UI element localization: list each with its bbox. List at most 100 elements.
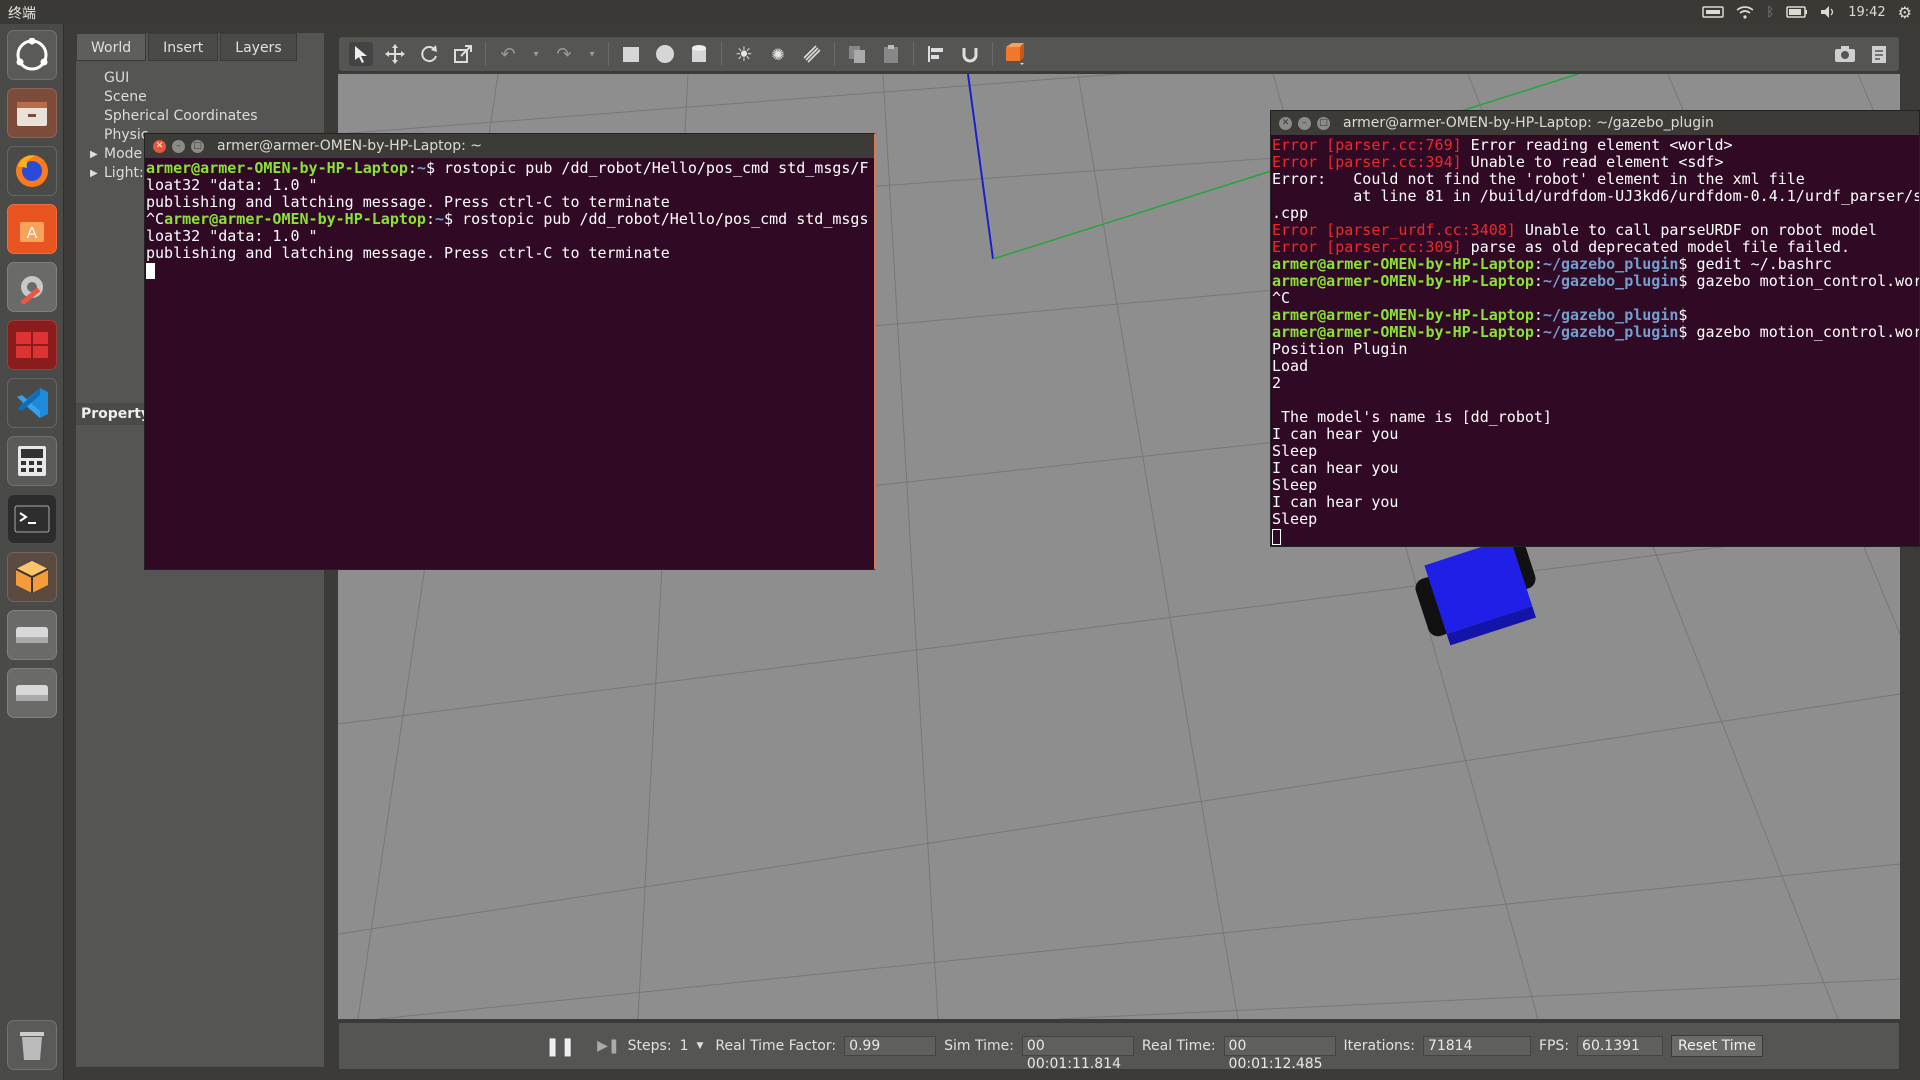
drive-icon[interactable] bbox=[7, 610, 57, 660]
tree-item-spherical-coordinates[interactable]: Spherical Coordinates bbox=[76, 107, 324, 126]
undo-dropdown-icon[interactable]: ▾ bbox=[530, 42, 542, 66]
rtf-value: 0.99 bbox=[844, 1036, 937, 1056]
select-mode-icon[interactable] bbox=[349, 42, 373, 66]
output-line: Sleep bbox=[1272, 510, 1318, 528]
output-line: I can hear you bbox=[1272, 425, 1399, 443]
tab-world[interactable]: World bbox=[76, 33, 147, 61]
rtf-label: Real Time Factor: bbox=[715, 1038, 837, 1054]
steps-value[interactable]: 1 bbox=[680, 1038, 689, 1054]
terminal-window-gazebo-plugin[interactable]: ✕ – □ armer@armer-OMEN-by-HP-Laptop: ~/g… bbox=[1270, 110, 1920, 547]
gear-icon[interactable]: ⚙ bbox=[1898, 3, 1912, 22]
battery-icon[interactable] bbox=[1786, 5, 1808, 19]
change-view-icon[interactable] bbox=[1003, 42, 1027, 66]
box-shape-icon[interactable] bbox=[619, 42, 643, 66]
terminal-output[interactable]: Error [parser.cc:769] Error reading elem… bbox=[1271, 135, 1919, 547]
clock[interactable]: 19:42 bbox=[1848, 5, 1885, 20]
terminal-icon[interactable] bbox=[7, 494, 57, 544]
redo-icon[interactable]: ↷ bbox=[552, 42, 576, 66]
terminal-titlebar[interactable]: ✕ – □ armer@armer-OMEN-by-HP-Laptop: ~ bbox=[145, 134, 874, 158]
error-message: Unable to read element <sdf> bbox=[1461, 153, 1724, 171]
error-message: .cpp bbox=[1272, 204, 1309, 222]
error-message: Error reading element <world> bbox=[1461, 136, 1733, 154]
terminal-cursor bbox=[146, 263, 155, 279]
scale-mode-icon[interactable] bbox=[451, 42, 475, 66]
system-monitor-icon[interactable] bbox=[7, 436, 57, 486]
tree-item-gui[interactable]: GUI bbox=[76, 69, 324, 88]
step-icon[interactable]: ▶❚ bbox=[597, 1038, 620, 1054]
directional-light-icon[interactable] bbox=[800, 42, 824, 66]
gazebo-icon[interactable] bbox=[7, 552, 57, 602]
system-settings-icon[interactable] bbox=[7, 262, 57, 312]
copy-icon[interactable] bbox=[845, 42, 869, 66]
software-center-icon[interactable]: A bbox=[7, 204, 57, 254]
output-line: loat32 "data: 1.0 " bbox=[146, 227, 318, 245]
volume-icon[interactable] bbox=[1820, 5, 1836, 19]
toolbar-separator bbox=[834, 42, 835, 66]
system-tray: ᛒ 19:42 ⚙ bbox=[1702, 0, 1912, 24]
output-line: Load bbox=[1272, 357, 1309, 375]
vscode-icon[interactable] bbox=[7, 378, 57, 428]
tab-insert[interactable]: Insert bbox=[148, 33, 219, 61]
steps-dropdown-icon[interactable]: ▼ bbox=[696, 1041, 703, 1051]
drive-icon-2[interactable] bbox=[7, 668, 57, 718]
terminal-window-home[interactable]: ✕ – □ armer@armer-OMEN-by-HP-Laptop: ~ a… bbox=[144, 133, 876, 570]
prompt-user: armer@armer-OMEN-by-HP-Laptop bbox=[1272, 255, 1534, 273]
terminal-titlebar[interactable]: ✕ – □ armer@armer-OMEN-by-HP-Laptop: ~/g… bbox=[1271, 111, 1919, 135]
paste-icon[interactable] bbox=[879, 42, 903, 66]
reset-time-button[interactable]: Reset Time bbox=[1671, 1035, 1763, 1057]
pause-icon[interactable]: ❚❚ bbox=[545, 1036, 575, 1057]
output-line: The model's name is [dd_robot] bbox=[1281, 408, 1552, 426]
prompt-user: armer@armer-OMEN-by-HP-Laptop bbox=[146, 159, 408, 177]
output-line: publishing and latching message. Press c… bbox=[146, 244, 670, 262]
files-icon[interactable] bbox=[7, 88, 57, 138]
bluetooth-icon[interactable]: ᛒ bbox=[1766, 5, 1774, 20]
tree-label: Mode bbox=[104, 146, 143, 162]
screenshot-camera-icon[interactable] bbox=[1833, 42, 1857, 66]
command-text: gazebo motion_control.wor bbox=[1687, 272, 1919, 290]
command-text: rostopic pub /dd_robot/Hello/pos_cmd std… bbox=[435, 159, 869, 177]
expand-arrow-icon[interactable]: ▶ bbox=[90, 164, 98, 183]
snap-magnet-icon[interactable] bbox=[958, 42, 982, 66]
sphere-shape-icon[interactable] bbox=[653, 42, 677, 66]
redo-dropdown-icon[interactable]: ▾ bbox=[586, 42, 598, 66]
ctrl-c-text: ^C bbox=[1272, 289, 1291, 307]
cylinder-shape-icon[interactable] bbox=[687, 42, 711, 66]
maximize-icon[interactable]: □ bbox=[1317, 117, 1330, 130]
output-line: I can hear you bbox=[1272, 459, 1399, 477]
toolbar-separator bbox=[992, 42, 993, 66]
fps-value: 60.1391 bbox=[1577, 1036, 1664, 1056]
point-light-icon[interactable]: ☀ bbox=[732, 42, 756, 66]
terminal-output[interactable]: armer@armer-OMEN-by-HP-Laptop:~$ rostopi… bbox=[145, 158, 874, 281]
error-message: parse as old deprecated model file faile… bbox=[1461, 238, 1850, 256]
expand-arrow-icon[interactable]: ▶ bbox=[90, 145, 98, 164]
minimize-icon[interactable]: – bbox=[1298, 117, 1311, 130]
output-line: Position Plugin bbox=[1272, 340, 1408, 358]
workspace-switcher-icon[interactable] bbox=[7, 320, 57, 370]
rotate-mode-icon[interactable] bbox=[417, 42, 441, 66]
firefox-icon[interactable] bbox=[7, 146, 57, 196]
z-axis-line bbox=[967, 74, 994, 260]
close-icon[interactable]: ✕ bbox=[1279, 117, 1292, 130]
error-tag: Error [parser.cc:394] bbox=[1272, 153, 1462, 171]
iterations-label: Iterations: bbox=[1343, 1038, 1415, 1054]
error-tag: Error [parser.cc:309] bbox=[1272, 238, 1462, 256]
align-icon[interactable] bbox=[924, 42, 948, 66]
undo-icon[interactable]: ↶ bbox=[496, 42, 520, 66]
spot-light-icon[interactable]: ✺ bbox=[766, 42, 790, 66]
error-message: Unable to call parseURDF on robot model bbox=[1515, 221, 1878, 239]
keyboard-icon[interactable] bbox=[1702, 5, 1725, 19]
output-line: 2 bbox=[1272, 374, 1282, 392]
minimize-icon[interactable]: – bbox=[172, 140, 185, 153]
tab-layers[interactable]: Layers bbox=[220, 33, 297, 61]
wifi-icon[interactable] bbox=[1736, 5, 1754, 19]
toolbar-separator bbox=[721, 42, 722, 66]
maximize-icon[interactable]: □ bbox=[191, 140, 204, 153]
close-icon[interactable]: ✕ bbox=[153, 140, 166, 153]
tree-item-scene[interactable]: Scene bbox=[76, 88, 324, 107]
toolbar-separator bbox=[485, 42, 486, 66]
error-tag: Error [parser.cc:769] bbox=[1272, 136, 1462, 154]
translate-mode-icon[interactable] bbox=[383, 42, 407, 66]
trash-icon[interactable] bbox=[7, 1020, 57, 1070]
record-log-icon[interactable] bbox=[1867, 42, 1891, 66]
ubuntu-dash-icon[interactable] bbox=[7, 30, 57, 80]
